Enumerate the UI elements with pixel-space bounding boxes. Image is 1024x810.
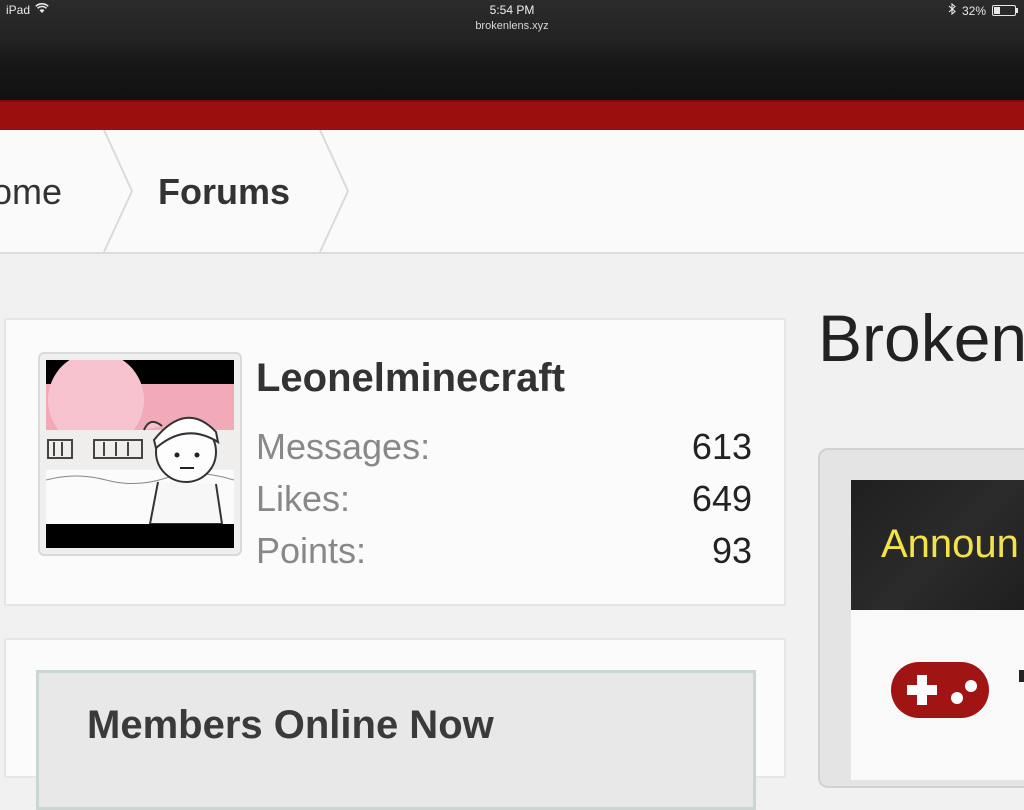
status-right: 32% — [948, 2, 1018, 18]
stat-label-points: Points: — [256, 530, 367, 571]
ios-status-bar: iPad 5:54 PM brokenlens.xyz 32% — [0, 0, 1024, 100]
stat-label-messages: Messages: — [256, 426, 431, 467]
stat-label-likes: Likes: — [256, 478, 351, 519]
battery-icon — [992, 5, 1018, 16]
forum-node-text-fragment — [1019, 670, 1024, 682]
breadcrumb-separator-icon — [103, 130, 134, 252]
members-online-block: Members Online Now — [36, 670, 756, 810]
username[interactable]: Leonelminecraft — [256, 356, 565, 401]
visitor-panel: Leonelminecraft Messages: 613 Likes: 649… — [4, 318, 786, 606]
gamepad-icon — [891, 662, 989, 718]
page-title: Broken — [818, 301, 1024, 375]
members-online-card: Members Online Now — [4, 638, 786, 810]
category-body — [851, 610, 1024, 780]
breadcrumb: ome Forums — [0, 130, 1024, 254]
category-header: Announ — [851, 480, 1024, 610]
site-header-bar — [0, 100, 1024, 130]
address-bar-url[interactable]: brokenlens.xyz — [0, 20, 1024, 32]
avatar[interactable] — [38, 352, 242, 556]
breadcrumb-forums[interactable]: Forums — [158, 130, 290, 252]
category-title[interactable]: Announ — [881, 522, 1019, 567]
stat-value-points[interactable]: 93 — [712, 530, 752, 572]
status-time: 5:54 PM — [489, 3, 535, 17]
battery-percent: 32% — [961, 3, 986, 18]
bluetooth-icon — [948, 2, 956, 18]
avatar-image — [46, 360, 234, 548]
stat-value-likes[interactable]: 649 — [692, 478, 752, 520]
members-online-heading[interactable]: Members Online Now — [87, 703, 494, 748]
breadcrumb-separator-icon — [319, 130, 350, 252]
stat-value-messages[interactable]: 613 — [692, 426, 752, 468]
breadcrumb-home[interactable]: ome — [0, 130, 62, 252]
